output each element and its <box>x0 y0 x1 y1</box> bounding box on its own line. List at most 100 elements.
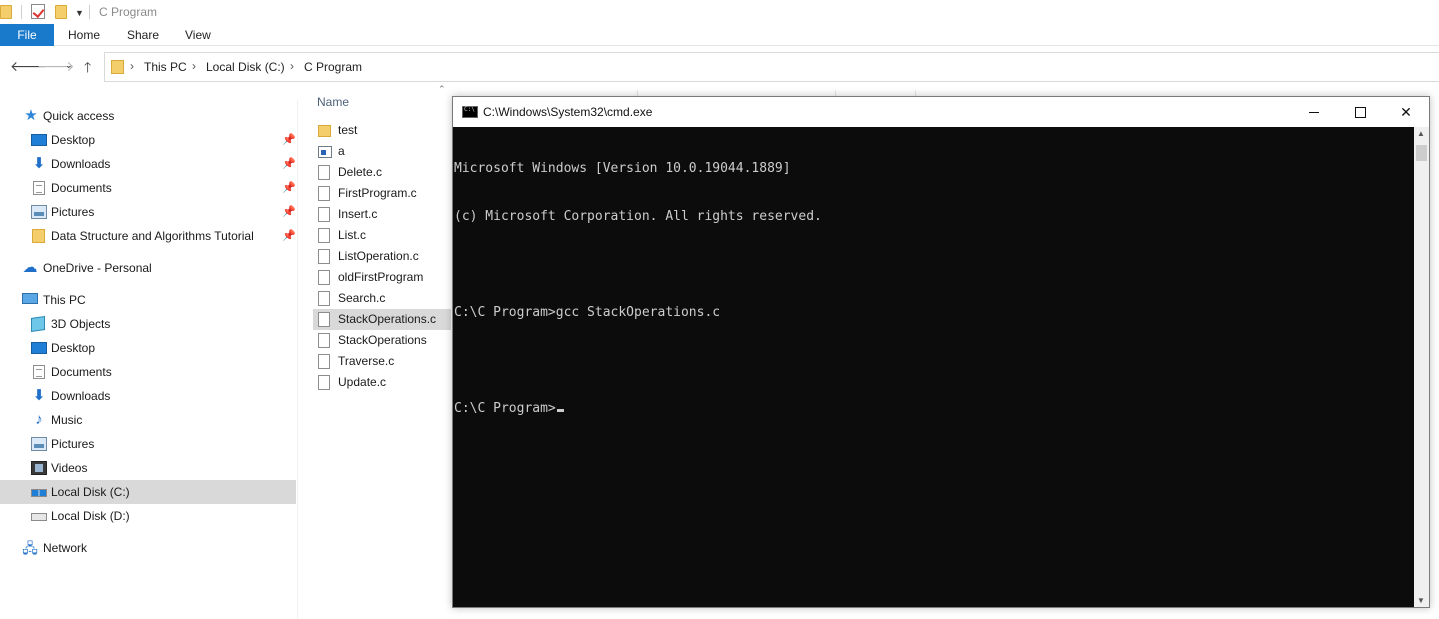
file-item[interactable]: test <box>313 120 451 141</box>
computer-icon <box>22 293 38 304</box>
nav-quick-downloads[interactable]: ⬇ Downloads 📌 <box>0 152 296 176</box>
nav-label: Desktop <box>51 341 96 355</box>
properties-checkmark-icon[interactable] <box>31 4 45 19</box>
tab-home[interactable]: Home <box>58 24 110 46</box>
file-icon <box>318 270 330 285</box>
ribbon-tabs: File Home Share View <box>0 24 1439 46</box>
file-name: Delete.c <box>338 165 383 179</box>
nav-downloads[interactable]: ⬇ Downloads <box>0 384 296 408</box>
console-line: (c) Microsoft Corporation. All rights re… <box>454 209 822 224</box>
text-cursor <box>556 409 564 412</box>
file-item-selected[interactable]: StackOperations.c <box>313 309 451 330</box>
scrollbar-thumb[interactable] <box>1416 145 1427 161</box>
file-item[interactable]: ListOperation.c <box>313 246 451 267</box>
file-name: List.c <box>338 228 367 242</box>
file-item[interactable]: Traverse.c <box>313 351 451 372</box>
customize-quick-access-dropdown-icon[interactable]: ▼ <box>75 8 84 18</box>
pin-icon[interactable]: 📌 <box>282 128 296 152</box>
document-icon <box>33 181 45 195</box>
nav-quick-desktop[interactable]: Desktop 📌 <box>0 128 296 152</box>
minimize-button[interactable] <box>1291 97 1337 127</box>
file-item[interactable]: Update.c <box>313 372 451 393</box>
tab-file[interactable]: File <box>0 24 54 46</box>
console-prompt-line[interactable]: C:\C Program> <box>454 401 1414 417</box>
command-prompt-icon[interactable] <box>462 106 478 118</box>
3d-objects-icon <box>31 316 45 332</box>
breadcrumb-c-program[interactable]: C Program <box>304 60 362 74</box>
file-item[interactable]: a <box>313 141 451 162</box>
cmd-window[interactable]: C:\Windows\System32\cmd.exe ✕ Microsoft … <box>452 96 1430 608</box>
tab-share[interactable]: Share <box>117 24 169 46</box>
pin-icon[interactable]: 📌 <box>282 224 296 248</box>
nav-desktop[interactable]: Desktop <box>0 336 296 360</box>
file-item[interactable]: Search.c <box>313 288 451 309</box>
nav-label: Desktop <box>51 133 96 147</box>
nav-music[interactable]: ♪ Music <box>0 408 296 432</box>
tab-view[interactable]: View <box>175 24 221 46</box>
pin-icon[interactable]: 📌 <box>282 152 296 176</box>
address-bar[interactable]: › This PC › Local Disk (C:) › C Program <box>104 52 1439 82</box>
nav-quick-dsa-tutorial[interactable]: Data Structure and Algorithms Tutorial 📌 <box>0 224 296 248</box>
new-folder-icon[interactable] <box>55 5 67 19</box>
breadcrumb-separator-icon[interactable]: › <box>192 59 196 73</box>
file-item[interactable]: Delete.c <box>313 162 451 183</box>
vertical-scrollbar[interactable]: ▲ ▼ <box>1414 127 1429 607</box>
breadcrumb-local-disk-c[interactable]: Local Disk (C:) <box>206 60 285 74</box>
nav-label: Network <box>43 541 88 555</box>
file-item[interactable]: Insert.c <box>313 204 451 225</box>
cmd-titlebar[interactable]: C:\Windows\System32\cmd.exe ✕ <box>453 97 1429 127</box>
nav-label: This PC <box>43 293 86 307</box>
nav-3d-objects[interactable]: 3D Objects <box>0 312 296 336</box>
nav-documents[interactable]: Documents <box>0 360 296 384</box>
console-line: Microsoft Windows [Version 10.0.19044.18… <box>454 161 791 176</box>
nav-label: Local Disk (C:) <box>51 485 130 499</box>
console-output[interactable]: Microsoft Windows [Version 10.0.19044.18… <box>453 127 1414 607</box>
nav-quick-documents[interactable]: Documents 📌 <box>0 176 296 200</box>
file-icon <box>318 354 330 369</box>
nav-onedrive[interactable]: ☁ OneDrive - Personal <box>0 256 296 280</box>
file-item[interactable]: StackOperations <box>313 330 451 351</box>
recent-locations-chevron-icon[interactable]: ⌄ <box>65 60 73 71</box>
maximize-button[interactable] <box>1337 97 1383 127</box>
file-name: Search.c <box>338 291 386 305</box>
nav-label: Local Disk (D:) <box>51 509 130 523</box>
breadcrumb-this-pc[interactable]: This PC <box>144 60 187 74</box>
document-icon <box>33 365 45 379</box>
windows-drive-icon <box>31 489 47 497</box>
desktop-icon <box>31 342 47 354</box>
breadcrumb-separator-icon[interactable]: › <box>290 59 294 73</box>
file-name: ListOperation.c <box>338 249 419 263</box>
file-icon <box>318 375 330 390</box>
file-item[interactable]: List.c <box>313 225 451 246</box>
file-icon <box>318 291 330 306</box>
column-header-name[interactable]: Name <box>317 95 349 109</box>
file-item[interactable]: FirstProgram.c <box>313 183 451 204</box>
nav-quick-pictures[interactable]: Pictures 📌 <box>0 200 296 224</box>
nav-local-disk-c[interactable]: Local Disk (C:) <box>0 480 296 504</box>
scroll-up-arrow-icon[interactable]: ▲ <box>1417 129 1425 138</box>
nav-label: Quick access <box>43 109 115 123</box>
pin-icon[interactable]: 📌 <box>282 176 296 200</box>
music-note-icon: ♪ <box>35 411 43 428</box>
file-name: Update.c <box>338 375 387 389</box>
folder-icon <box>0 5 12 19</box>
drive-icon <box>31 513 47 521</box>
breadcrumb-separator-icon[interactable]: › <box>130 59 134 73</box>
nav-local-disk-d[interactable]: Local Disk (D:) <box>0 504 296 528</box>
nav-quick-access[interactable]: ★ Quick access <box>0 104 296 128</box>
nav-this-pc[interactable]: This PC <box>0 288 296 312</box>
scroll-down-arrow-icon[interactable]: ▼ <box>1417 596 1425 605</box>
pin-icon[interactable]: 📌 <box>282 200 296 224</box>
close-button[interactable]: ✕ <box>1383 97 1429 127</box>
nav-network[interactable]: 🖧 Network <box>0 536 296 560</box>
up-arrow-icon[interactable]: 🡑 <box>84 57 91 81</box>
nav-pictures[interactable]: Pictures <box>0 432 296 456</box>
file-name: a <box>338 144 345 158</box>
file-icon <box>318 312 330 327</box>
nav-videos[interactable]: Videos <box>0 456 296 480</box>
nav-label: Downloads <box>51 389 111 403</box>
file-icon <box>318 186 330 201</box>
file-item[interactable]: oldFirstProgram <box>313 267 451 288</box>
nav-label: 3D Objects <box>51 317 111 331</box>
file-name: test <box>338 123 358 137</box>
